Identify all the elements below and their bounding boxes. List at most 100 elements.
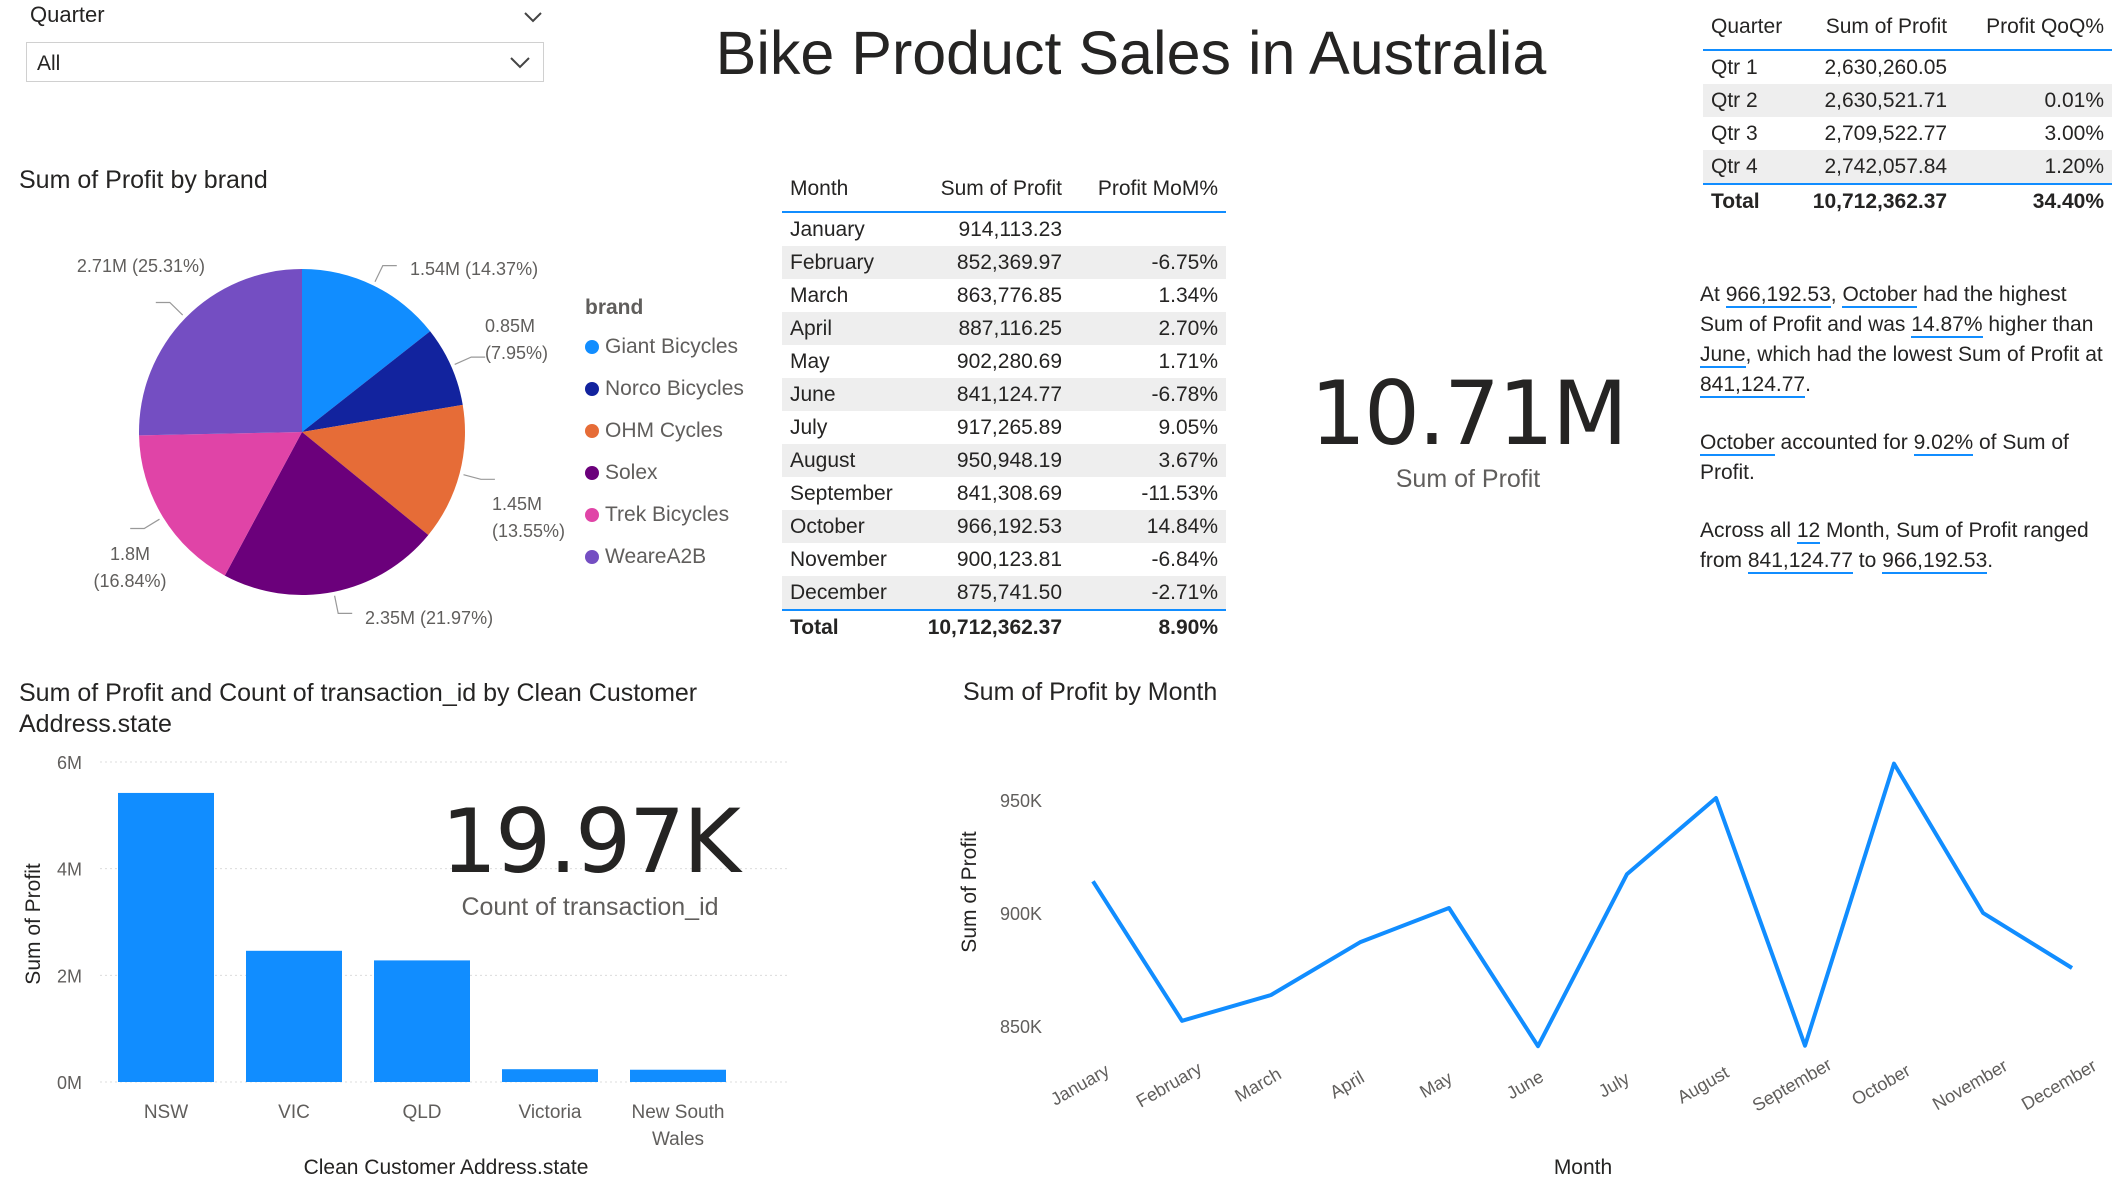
table-cell: -11.53% [1141, 481, 1218, 505]
table-total-cell: 10,712,362.37 [914, 609, 1070, 645]
narrative-value: 14.87% [1911, 313, 1983, 338]
line-x-tick-label: August [1674, 1062, 1733, 1107]
month-table-header[interactable]: Sum of Profit [914, 167, 1070, 213]
line-y-axis-title: Sum of Profit [958, 831, 981, 953]
table-cell: 1.34% [1158, 283, 1218, 307]
line-y-tick-label: 850K [1000, 1017, 1042, 1037]
bar[interactable] [246, 950, 342, 1082]
line-y-tick-label: 950K [1000, 791, 1042, 811]
line-chart-title: Sum of Profit by Month [963, 678, 1218, 706]
table-row[interactable]: April 887,116.25 2.70% [782, 312, 1226, 345]
table-cell: 917,265.89 [956, 415, 1062, 439]
pie-slice[interactable] [138, 269, 302, 436]
table-row[interactable]: March 863,776.85 1.34% [782, 279, 1226, 312]
narrative-value: 12 [1796, 519, 1821, 544]
table-row[interactable]: September 841,308.69 -11.53% [782, 477, 1226, 510]
table-cell: 966,192.53 [914, 510, 1070, 543]
table-cell: 852,369.97 [914, 246, 1070, 279]
table-cell: -2.71% [1070, 576, 1226, 610]
pie-leader-line [130, 518, 160, 530]
table-row[interactable]: May 902,280.69 1.71% [782, 345, 1226, 378]
table-row[interactable]: July 917,265.89 9.05% [782, 411, 1226, 444]
bar[interactable] [374, 960, 470, 1082]
table-cell: December [782, 576, 914, 610]
bar-y-tick-label: 0M [57, 1073, 82, 1093]
line-x-tick-label: June [1503, 1066, 1547, 1103]
bar[interactable] [630, 1069, 726, 1082]
table-row[interactable]: August 950,948.19 3.67% [782, 444, 1226, 477]
table-cell: May [790, 349, 830, 373]
table-cell: 2,630,521.71 [1799, 84, 1956, 117]
month-table-header[interactable]: Month [782, 167, 914, 213]
quarter-table-header[interactable]: Sum of Profit [1799, 5, 1956, 51]
table-cell: 902,280.69 [956, 349, 1062, 373]
pie-data-label: 0.85M (7.95%) [485, 316, 548, 363]
narrative-value: October [1700, 431, 1775, 456]
table-cell: 2,709,522.77 [1824, 121, 1948, 145]
quarter-table-header[interactable]: Profit QoQ% [1955, 5, 2112, 51]
table-cell: -6.84% [1151, 547, 1218, 571]
table-row[interactable]: October 966,192.53 14.84% [782, 510, 1226, 543]
table-row[interactable]: Qtr 3 2,709,522.77 3.00% [1703, 117, 2112, 150]
table-cell: 950,948.19 [914, 444, 1070, 477]
legend-marker [585, 550, 599, 564]
legend-item[interactable]: WeareA2B [585, 536, 744, 578]
line-x-tick-label: May [1416, 1068, 1455, 1102]
table-cell: 841,308.69 [956, 481, 1062, 505]
month-table-header[interactable]: Profit MoM% [1070, 167, 1226, 213]
line-x-axis-title: Month [1554, 1156, 1612, 1179]
table-cell: 0.01% [1955, 84, 2112, 117]
narrative-text: Across all [1700, 519, 1797, 542]
quarter-table-header[interactable]: Quarter [1703, 5, 1800, 51]
pie-data-label: 1.54M (14.37%) [410, 259, 538, 279]
table-cell: 914,113.23 [958, 217, 1062, 241]
narrative-value: October [1842, 283, 1918, 308]
table-cell: 887,116.25 [914, 312, 1070, 345]
table-cell: 875,741.50 [914, 576, 1070, 610]
narrative-text: At [1700, 283, 1726, 306]
table-cell: April [782, 312, 914, 345]
legend-item[interactable]: Solex [585, 452, 744, 494]
legend-item[interactable]: Trek Bicycles [585, 494, 744, 536]
line-series[interactable] [1091, 761, 2074, 1049]
table-row[interactable]: November 900,123.81 -6.84% [782, 543, 1226, 576]
table-cell: 3.00% [2044, 121, 2104, 145]
kpi-profit-value: 10.71M [1310, 362, 1628, 465]
table-row[interactable]: Qtr 2 2,630,521.71 0.01% [1703, 84, 2112, 117]
narrative-text: . [1805, 373, 1811, 396]
table-row[interactable]: June 841,124.77 -6.78% [782, 378, 1226, 411]
table-row[interactable]: January 914,113.23 [782, 212, 1226, 246]
table-cell: 3.67% [1070, 444, 1226, 477]
pie-legend: brand Giant Bicycles Norco Bicycles OHM Cy… [585, 296, 744, 578]
table-total-cell: Total [782, 609, 914, 645]
line-x-tick-label: November [1929, 1055, 2011, 1114]
pie-leader-line [155, 301, 184, 316]
table-cell: October [782, 510, 914, 543]
bar-x-tick-label: NSW [144, 1102, 188, 1123]
line-x-tick-label: December [2018, 1055, 2100, 1114]
pie-leader-line [334, 595, 353, 614]
legend-marker [585, 382, 599, 396]
narrative-paragraph: October accounted for 9.02% of Sum of Pr… [1700, 428, 2112, 488]
legend-marker [585, 466, 599, 480]
legend-item[interactable]: Giant Bicycles [585, 326, 744, 368]
table-cell: Qtr 3 [1711, 121, 1758, 145]
table-row[interactable]: Qtr 4 2,742,057.84 1.20% [1703, 150, 2112, 184]
legend-item[interactable]: OHM Cycles [585, 410, 744, 452]
table-row[interactable]: February 852,369.97 -6.75% [782, 246, 1226, 279]
bar[interactable] [502, 1069, 598, 1082]
table-cell: -6.75% [1070, 246, 1226, 279]
narrative-value: 9.02% [1913, 431, 1974, 456]
table-row[interactable]: Qtr 1 2,630,260.05 [1703, 50, 2112, 84]
narrative-value: 966,192.53 [1882, 549, 1988, 574]
bar[interactable] [118, 792, 214, 1082]
legend-item[interactable]: Norco Bicycles [585, 368, 744, 410]
pie-data-label: 2.71M (25.31%) [77, 256, 205, 276]
narrative-paragraph: At 966,192.53, October had the highest S… [1700, 280, 2112, 400]
table-cell: September [790, 481, 893, 505]
legend-label: Trek Bicycles [605, 503, 730, 526]
pie-chart-title: Sum of Profit by brand [19, 166, 268, 194]
line-chart: 850K 900K 950K January February March April Ma… [958, 761, 2100, 1179]
bar-y-tick-label: 2M [57, 966, 82, 986]
table-row[interactable]: December 875,741.50 -2.71% [782, 576, 1226, 610]
